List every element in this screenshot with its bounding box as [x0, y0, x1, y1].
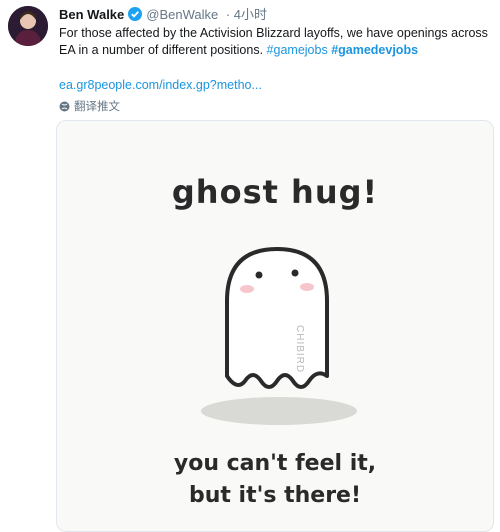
tweet-time[interactable]: · 4小时 — [226, 7, 267, 22]
media-card[interactable]: ghost hug! CHIBIRD you can't feel it, bu… — [56, 120, 494, 532]
verified-badge-icon — [128, 7, 143, 25]
translate-tweet-button[interactable]: 翻译推文 — [59, 98, 120, 114]
avatar[interactable] — [8, 6, 48, 46]
avatar-image — [8, 6, 48, 46]
image-caption-line2: but it's there! — [188, 483, 362, 508]
tweet-header: Ben Walke @BenWalke · 4小时 — [59, 7, 267, 25]
author-handle[interactable]: @BenWalke — [146, 7, 218, 22]
hashtag-gamedevjobs[interactable]: #gamedevjobs — [331, 43, 418, 57]
image-caption-line1: you can't feel it, — [173, 451, 377, 476]
watermark: CHIBIRD — [294, 325, 305, 374]
globe-icon — [59, 101, 70, 111]
tweet-text: For those affected by the Activision Bli… — [59, 25, 489, 58]
author-name[interactable]: Ben Walke — [59, 7, 124, 22]
image-title: ghost hug! — [171, 173, 379, 211]
translate-label: 翻译推文 — [74, 101, 120, 113]
tweet-link[interactable]: ea.gr8people.com/index.gp?metho... — [59, 78, 262, 92]
hashtag-gamejobs[interactable]: #gamejobs — [267, 43, 328, 57]
ghost-illustration — [201, 247, 357, 425]
